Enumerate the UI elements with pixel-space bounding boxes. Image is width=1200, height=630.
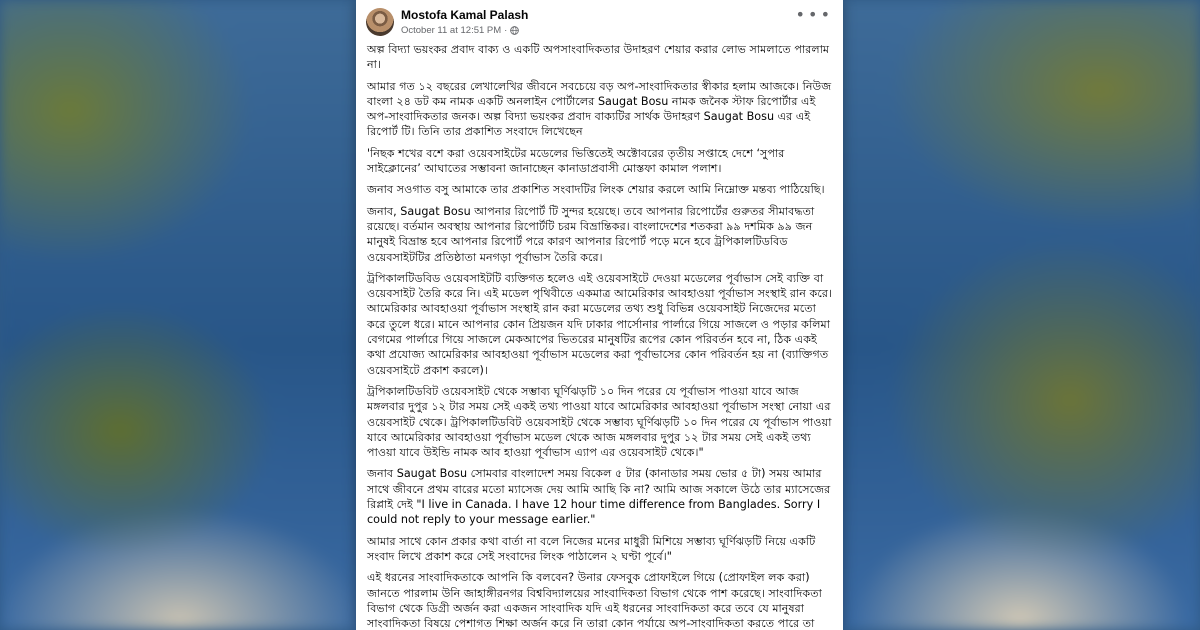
facebook-post-card: Mostofa Kamal Palash October 11 at 12:51… <box>356 0 843 630</box>
post-paragraph: আমার সাথে কোন প্রকার কথা বার্তা না বলে ন… <box>367 534 816 563</box>
post-paragraph: অল্প বিদ্যা ভয়ংকর প্রবাদ বাক্য ও একটি অ… <box>367 43 830 72</box>
author-name[interactable]: Mostofa Kamal Palash <box>401 8 528 22</box>
post-paragraph: জনাব Saugat Bosu সোমবার বাংলাদেশ সময় বি… <box>367 467 831 527</box>
post-paragraph: ট্রপিকালটিডবিট ওয়েবসাইট থেকে সম্ভাব্য ঘ… <box>367 384 832 460</box>
more-options-icon[interactable]: • • • <box>796 7 830 23</box>
post-body: অল্প বিদ্যা ভয়ংকর প্রবাদ বাক্য ও একটি অ… <box>367 42 833 630</box>
post-paragraph: জনাব, Saugat Bosu আপনার রিপোর্ট টি সুন্দ… <box>367 204 815 264</box>
post-meta: October 11 at 12:51 PM · <box>401 25 520 36</box>
post-paragraph: 'নিছক শখের বশে করা ওয়েবসাইটের মডেলের ভি… <box>367 146 785 176</box>
post-paragraph: ট্রপিকালটিডবিড ওয়েবসাইটটি ব্যক্তিগত হলে… <box>367 271 832 377</box>
dot-separator: · <box>504 25 508 36</box>
post-paragraph: এই ধরনের সাংবাদিকতাকে আপনি কি বলবেন? উনা… <box>367 571 822 630</box>
post-paragraph: আমার গত ১২ বছরের লেখালেখির জীবনে সবচেয়ে… <box>367 79 832 139</box>
post-timestamp[interactable]: October 11 at 12:51 PM <box>401 25 501 36</box>
post-header: Mostofa Kamal Palash October 11 at 12:51… <box>356 0 843 40</box>
post-paragraph: জনাব সওগাত বসু আমাকে তার প্রকাশিত সংবাদট… <box>367 183 825 197</box>
globe-icon[interactable] <box>510 26 520 35</box>
author-avatar[interactable] <box>366 8 394 36</box>
